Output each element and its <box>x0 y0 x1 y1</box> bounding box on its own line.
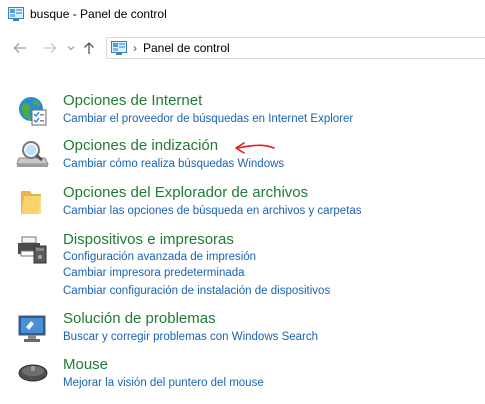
breadcrumb-control-panel[interactable]: Panel de control <box>143 41 230 55</box>
internet-options-title[interactable]: Opciones de Internet <box>63 92 202 110</box>
indexing-options-link-1[interactable]: Cambiar cómo realiza búsquedas Windows <box>63 157 284 171</box>
troubleshooting-link-1[interactable]: Buscar y corregir problemas con Windows … <box>63 330 318 344</box>
devices-printers-link-3[interactable]: Cambiar configuración de instalación de … <box>63 284 330 298</box>
indexing-options-title[interactable]: Opciones de indización <box>63 137 218 155</box>
folder-options-icon <box>16 187 52 223</box>
mouse-link-1[interactable]: Mejorar la visión del puntero del mouse <box>63 376 264 390</box>
red-arrow-annotation <box>235 142 275 154</box>
file-explorer-options-title[interactable]: Opciones del Explorador de archivos <box>63 184 308 202</box>
window-title: busque - Panel de control <box>30 7 167 21</box>
mouse-icon <box>16 360 52 396</box>
devices-printers-link-2[interactable]: Cambiar impresora predeterminada <box>63 266 245 280</box>
internet-options-icon <box>16 94 52 130</box>
control-panel-icon <box>111 41 127 55</box>
control-panel-icon <box>8 7 24 21</box>
file-explorer-options-link-1[interactable]: Cambiar las opciones de búsqueda en arch… <box>63 204 362 218</box>
title-bar: busque - Panel de control <box>0 0 485 28</box>
breadcrumb-chevron-icon[interactable]: › <box>133 41 137 55</box>
troubleshooting-icon <box>16 313 52 349</box>
internet-options-link-1[interactable]: Cambiar el proveedor de búsquedas en Int… <box>63 112 353 126</box>
devices-printers-link-1[interactable]: Configuración avanzada de impresión <box>63 250 256 264</box>
forward-arrow-icon[interactable] <box>42 37 58 59</box>
indexing-options-icon <box>16 139 52 175</box>
back-arrow-icon[interactable] <box>12 37 28 59</box>
mouse-title[interactable]: Mouse <box>63 356 108 374</box>
chevron-down-icon[interactable] <box>66 37 76 59</box>
address-bar[interactable]: › Panel de control <box>106 37 485 59</box>
devices-printers-title[interactable]: Dispositivos e impresoras <box>63 231 234 249</box>
troubleshooting-title[interactable]: Solución de problemas <box>63 310 216 328</box>
up-arrow-icon[interactable] <box>82 37 96 59</box>
printer-icon <box>16 234 52 270</box>
control-panel-window: busque - Panel de control › Panel de con… <box>0 0 485 404</box>
